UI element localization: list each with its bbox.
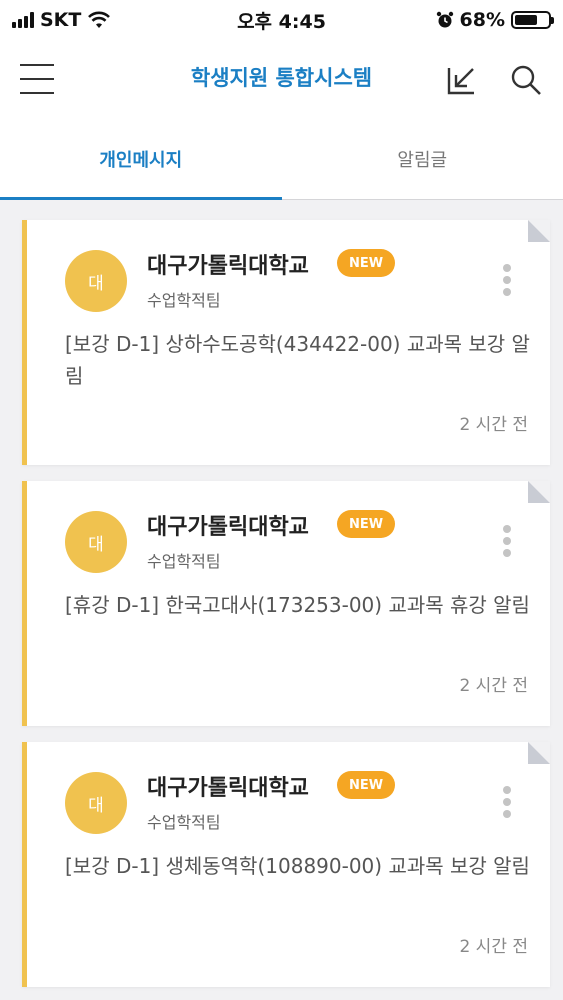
app-header: 학생지원 통합시스템	[0, 40, 563, 120]
battery-fill	[515, 15, 537, 25]
status-time: 오후 4:45	[237, 10, 326, 33]
message-card[interactable]: 대 대구가톨릭대학교 NEW 수업학적팀 [보강 D-1] 상하수도공학(434…	[22, 220, 550, 465]
message-body: [휴강 D-1] 한국고대사(173253-00) 교과목 휴강 알림	[65, 593, 530, 617]
tab-personal-messages[interactable]: 개인메시지	[0, 120, 282, 200]
sender-department: 수업학적팀	[147, 552, 221, 571]
status-bar: SKT 오후 4:45 68%	[0, 0, 563, 40]
search-icon[interactable]	[508, 62, 544, 98]
sender-name: 대구가톨릭대학교	[147, 515, 309, 540]
page-fold-icon	[528, 220, 550, 242]
new-badge: NEW	[337, 249, 395, 277]
page-fold-icon	[528, 481, 550, 503]
more-options-icon[interactable]	[497, 264, 517, 300]
new-badge: NEW	[337, 771, 395, 799]
avatar: 대	[65, 250, 127, 312]
page-fold-icon	[528, 742, 550, 764]
avatar: 대	[65, 772, 127, 834]
message-card[interactable]: 대 대구가톨릭대학교 NEW 수업학적팀 [휴강 D-1] 한국고대사(1732…	[22, 481, 550, 726]
avatar: 대	[65, 511, 127, 573]
message-body: [보강 D-1] 상하수도공학(434422-00) 교과목 보강 알림	[65, 332, 530, 388]
battery-icon	[511, 11, 554, 29]
alarm-icon	[436, 11, 453, 28]
export-icon[interactable]	[445, 62, 481, 98]
status-right: 68%	[371, 9, 554, 31]
hamburger-menu-icon[interactable]	[20, 64, 54, 96]
message-time: 2 시간 전	[459, 676, 528, 696]
wifi-icon	[88, 11, 111, 28]
status-left: SKT	[12, 9, 192, 31]
carrier-label: SKT	[40, 9, 82, 31]
sender-department: 수업학적팀	[147, 291, 221, 310]
message-time: 2 시간 전	[459, 937, 528, 957]
tab-notices[interactable]: 알림글	[282, 120, 563, 199]
message-list: 대 대구가톨릭대학교 NEW 수업학적팀 [보강 D-1] 상하수도공학(434…	[22, 220, 550, 1000]
more-options-icon[interactable]	[497, 525, 517, 561]
sender-department: 수업학적팀	[147, 813, 221, 832]
sender-name: 대구가톨릭대학교	[147, 254, 309, 279]
new-badge: NEW	[337, 510, 395, 538]
message-body: [보강 D-1] 생체동역학(108890-00) 교과목 보강 알림	[65, 854, 530, 878]
battery-percent: 68%	[459, 9, 505, 31]
message-card[interactable]: 대 대구가톨릭대학교 NEW 수업학적팀 [보강 D-1] 생체동역학(1088…	[22, 742, 550, 987]
tab-bar: 개인메시지 알림글	[0, 120, 563, 200]
more-options-icon[interactable]	[497, 786, 517, 822]
signal-icon	[12, 12, 34, 28]
sender-name: 대구가톨릭대학교	[147, 776, 309, 801]
message-time: 2 시간 전	[459, 415, 528, 435]
